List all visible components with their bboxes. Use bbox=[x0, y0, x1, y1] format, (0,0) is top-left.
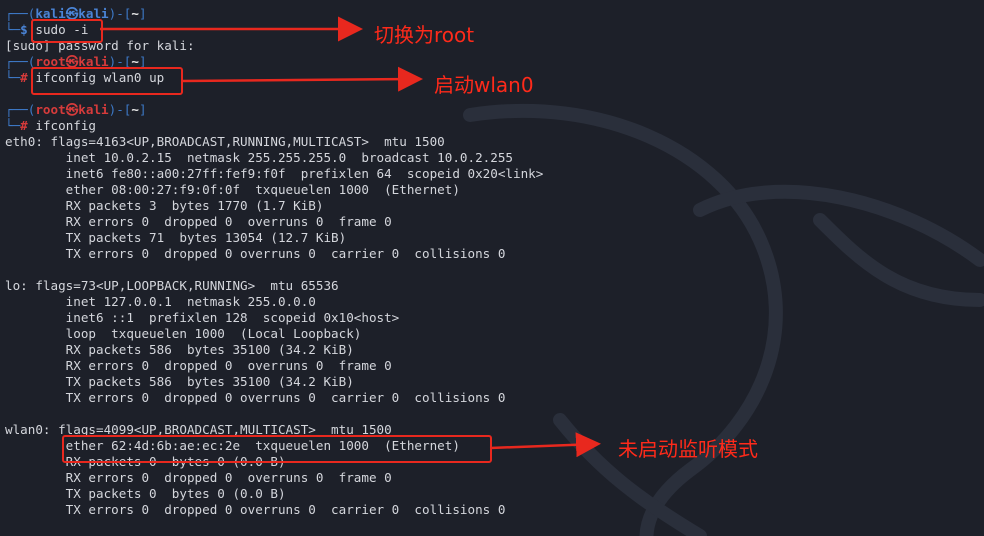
annotation-start-wlan: 启动wlan0 bbox=[434, 73, 534, 97]
annotation-not-monitor: 未启动监听模式 bbox=[618, 437, 758, 461]
arrow-not-monitor bbox=[489, 432, 601, 458]
arrow-start-wlan bbox=[180, 66, 423, 92]
annotation-switch-root: 切换为root bbox=[374, 23, 475, 47]
